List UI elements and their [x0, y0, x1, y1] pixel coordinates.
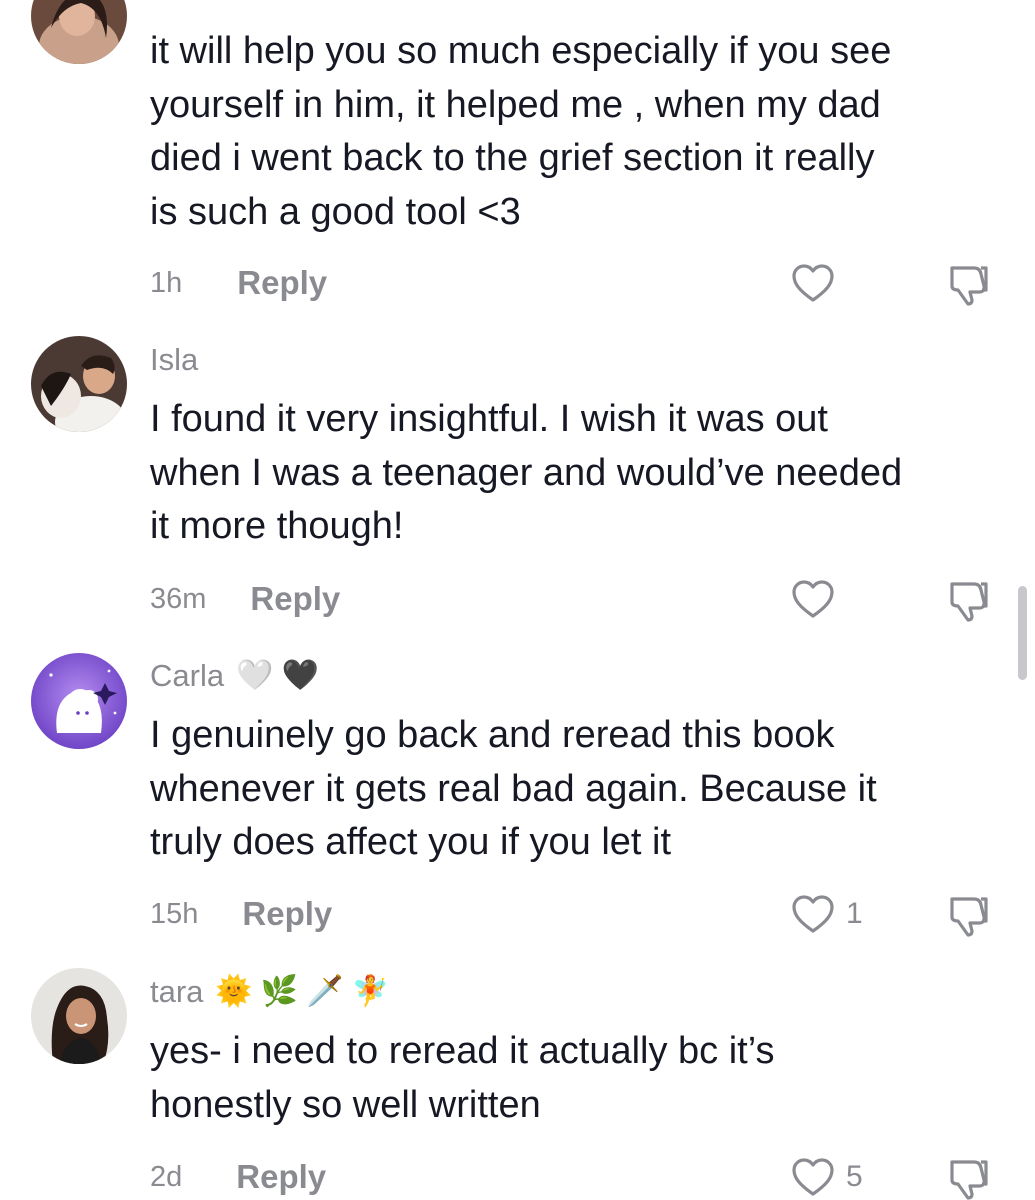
- like-button[interactable]: [790, 578, 836, 620]
- username-text: tara: [150, 974, 204, 1009]
- reply-button[interactable]: Reply: [242, 895, 332, 933]
- like-count: 5: [846, 1160, 863, 1193]
- thumbs-down-icon: [950, 1160, 988, 1200]
- comment-meta: 1h Reply: [150, 263, 327, 303]
- comment-text: I found it very insightful. I wish it wa…: [150, 393, 1000, 554]
- profile-photo-icon: [31, 0, 127, 64]
- black-heart-icon: 🖤: [281, 659, 319, 692]
- dislike-button[interactable]: [944, 1154, 992, 1200]
- fairy-icon: 🧚: [351, 975, 389, 1008]
- comment-username[interactable]: Carla 🤍 🖤: [150, 658, 319, 694]
- like-button[interactable]: [790, 262, 836, 304]
- comment-line: whenever it gets real bad again. Because…: [150, 767, 877, 810]
- thumbs-down-icon: [950, 266, 988, 306]
- scrollbar[interactable]: [1018, 586, 1027, 680]
- comment-time: 2d: [150, 1160, 183, 1193]
- comment-line: it will help you so much especially if y…: [150, 30, 892, 72]
- avatar[interactable]: [31, 0, 127, 64]
- comment-line: I genuinely go back and reread this book: [150, 714, 835, 756]
- comment-line: it more though!: [150, 505, 404, 547]
- reply-button[interactable]: Reply: [250, 580, 340, 618]
- username-text: Isla: [150, 342, 199, 377]
- reply-button[interactable]: Reply: [236, 1158, 326, 1196]
- comment-username[interactable]: tara 🌞 🌿 🗡️ 🧚: [150, 974, 389, 1010]
- reply-button[interactable]: Reply: [237, 264, 327, 302]
- profile-photo-icon: [31, 336, 127, 432]
- comment-meta: 15h Reply: [150, 894, 332, 934]
- like-button[interactable]: 1: [790, 893, 863, 935]
- comment-line: yourself in him, it helped me , when my …: [150, 83, 881, 126]
- comment-username[interactable]: Isla: [150, 342, 198, 378]
- dislike-button[interactable]: [944, 260, 992, 311]
- thumbs-down-icon: [950, 582, 988, 622]
- comment-line: truly does affect you if you let it: [150, 821, 672, 863]
- comment-line: honestly so well written: [150, 1083, 541, 1126]
- like-count: 1: [846, 897, 863, 930]
- comment-text: yes- i need to reread it actually bc it’…: [150, 1025, 1000, 1132]
- dagger-icon: 🗡️: [306, 975, 344, 1008]
- thumbs-down-icon: [950, 897, 988, 937]
- comment-text: it will help you so much especially if y…: [150, 25, 1000, 239]
- white-heart-icon: 🤍: [236, 659, 274, 692]
- heart-outline-icon: [792, 264, 834, 302]
- username-text: Carla: [150, 658, 225, 693]
- avatar[interactable]: [31, 968, 127, 1064]
- heart-outline-icon: [792, 895, 834, 933]
- herb-icon: 🌿: [260, 975, 299, 1008]
- comment-time: 36m: [150, 582, 207, 615]
- comment-line: yes- i need to reread it actually bc it’…: [150, 1030, 775, 1072]
- sun-face-icon: 🌞: [215, 975, 253, 1008]
- profile-photo-icon: [31, 968, 127, 1064]
- comment-meta: 2d Reply: [150, 1157, 326, 1197]
- comment-line: when I was a teenager and would’ve neede…: [150, 451, 903, 494]
- comment-time: 1h: [150, 266, 183, 299]
- comment-text: I genuinely go back and reread this book…: [150, 709, 1000, 870]
- comment-line: is such a good tool <3: [150, 190, 521, 233]
- comment-time: 15h: [150, 897, 199, 930]
- comment-meta: 36m Reply: [150, 579, 340, 619]
- dislike-button[interactable]: [944, 891, 992, 942]
- heart-outline-icon: [792, 1158, 834, 1196]
- cartoon-avatar-icon: [31, 653, 127, 749]
- avatar[interactable]: [31, 336, 127, 432]
- comment-line: I found it very insightful. I wish it wa…: [150, 398, 828, 440]
- dislike-button[interactable]: [944, 576, 992, 627]
- heart-outline-icon: [792, 580, 834, 618]
- avatar[interactable]: [31, 653, 127, 749]
- like-button[interactable]: 5: [790, 1156, 863, 1198]
- comment-line: died i went back to the grief section it…: [150, 137, 875, 179]
